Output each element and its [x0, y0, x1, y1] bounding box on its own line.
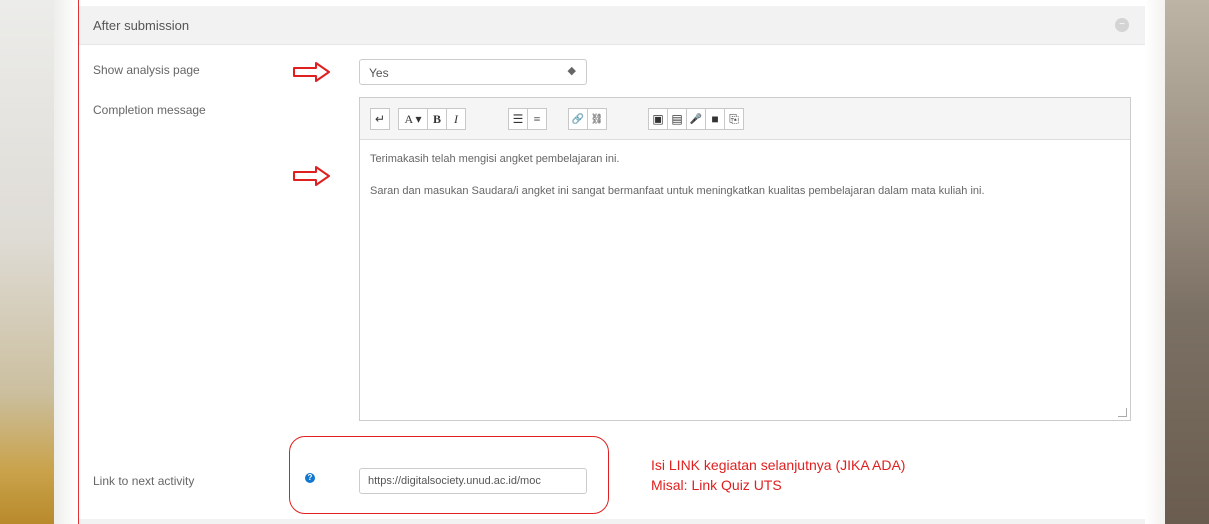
background-photo-right [1165, 0, 1209, 524]
completion-message-editor[interactable]: ↵ A ▾ B I ☰ ≡ 🔗 ⛓ ▣ ▤ 🎤 ■ ⎘ Terimakasih … [359, 97, 1131, 421]
annotation-line: Isi LINK kegiatan selanjutnya (JIKA ADA) [651, 457, 906, 473]
toolbar-toggle-button[interactable]: ↵ [370, 108, 390, 130]
unlink-button[interactable]: ⛓ [587, 108, 607, 130]
question-help-icon[interactable]: ? [305, 473, 315, 483]
record-video-button[interactable]: ■ [705, 108, 725, 130]
background-fade-left [54, 0, 78, 524]
next-activity-input[interactable]: https://digitalsociety.unud.ac.id/moc [359, 468, 587, 494]
collapse-icon[interactable]: − [1115, 18, 1129, 32]
bold-button[interactable]: B [427, 108, 447, 130]
next-activity-label: Link to next activity [93, 474, 195, 488]
editor-toolbar: ↵ A ▾ B I ☰ ≡ 🔗 ⛓ ▣ ▤ 🎤 ■ ⎘ [360, 98, 1130, 140]
show-analysis-value: Yes [369, 66, 389, 80]
italic-button[interactable]: I [446, 108, 466, 130]
show-analysis-select[interactable]: Yes ◆ [359, 59, 587, 85]
media-button[interactable]: ▤ [667, 108, 687, 130]
background-photo-left [0, 0, 54, 524]
editor-paragraph: Saran dan masukan Saudara/i angket ini s… [370, 185, 985, 197]
background-fade-right [1145, 0, 1165, 524]
ordered-list-button[interactable]: ≡ [527, 108, 547, 130]
manage-files-button[interactable]: ⎘ [724, 108, 744, 130]
image-button[interactable]: ▣ [648, 108, 668, 130]
link-button[interactable]: 🔗 [568, 108, 588, 130]
red-outline-arrow-icon [293, 62, 330, 82]
red-outline-arrow-icon [293, 166, 330, 186]
resize-handle[interactable] [1118, 408, 1127, 417]
section-divider [79, 519, 1145, 524]
annotation-note: Isi LINK kegiatan selanjutnya (JIKA ADA)… [651, 455, 905, 495]
annotation-line: Misal: Link Quiz UTS [651, 477, 782, 493]
unordered-list-button[interactable]: ☰ [508, 108, 528, 130]
section-title: After submission [93, 18, 190, 33]
record-audio-button[interactable]: 🎤 [686, 108, 706, 130]
form-panel: After submission − Show analysis page Ye… [78, 0, 1145, 524]
editor-paragraph: Terimakasih telah mengisi angket pembela… [370, 153, 620, 165]
show-analysis-label: Show analysis page [93, 63, 200, 77]
font-color-button[interactable]: A ▾ [398, 108, 428, 130]
section-header[interactable]: After submission − [79, 6, 1145, 45]
up-down-caret-icon: ◆ [567, 65, 576, 77]
completion-message-label: Completion message [93, 103, 206, 117]
editor-content[interactable]: Terimakasih telah mengisi angket pembela… [370, 151, 1115, 215]
